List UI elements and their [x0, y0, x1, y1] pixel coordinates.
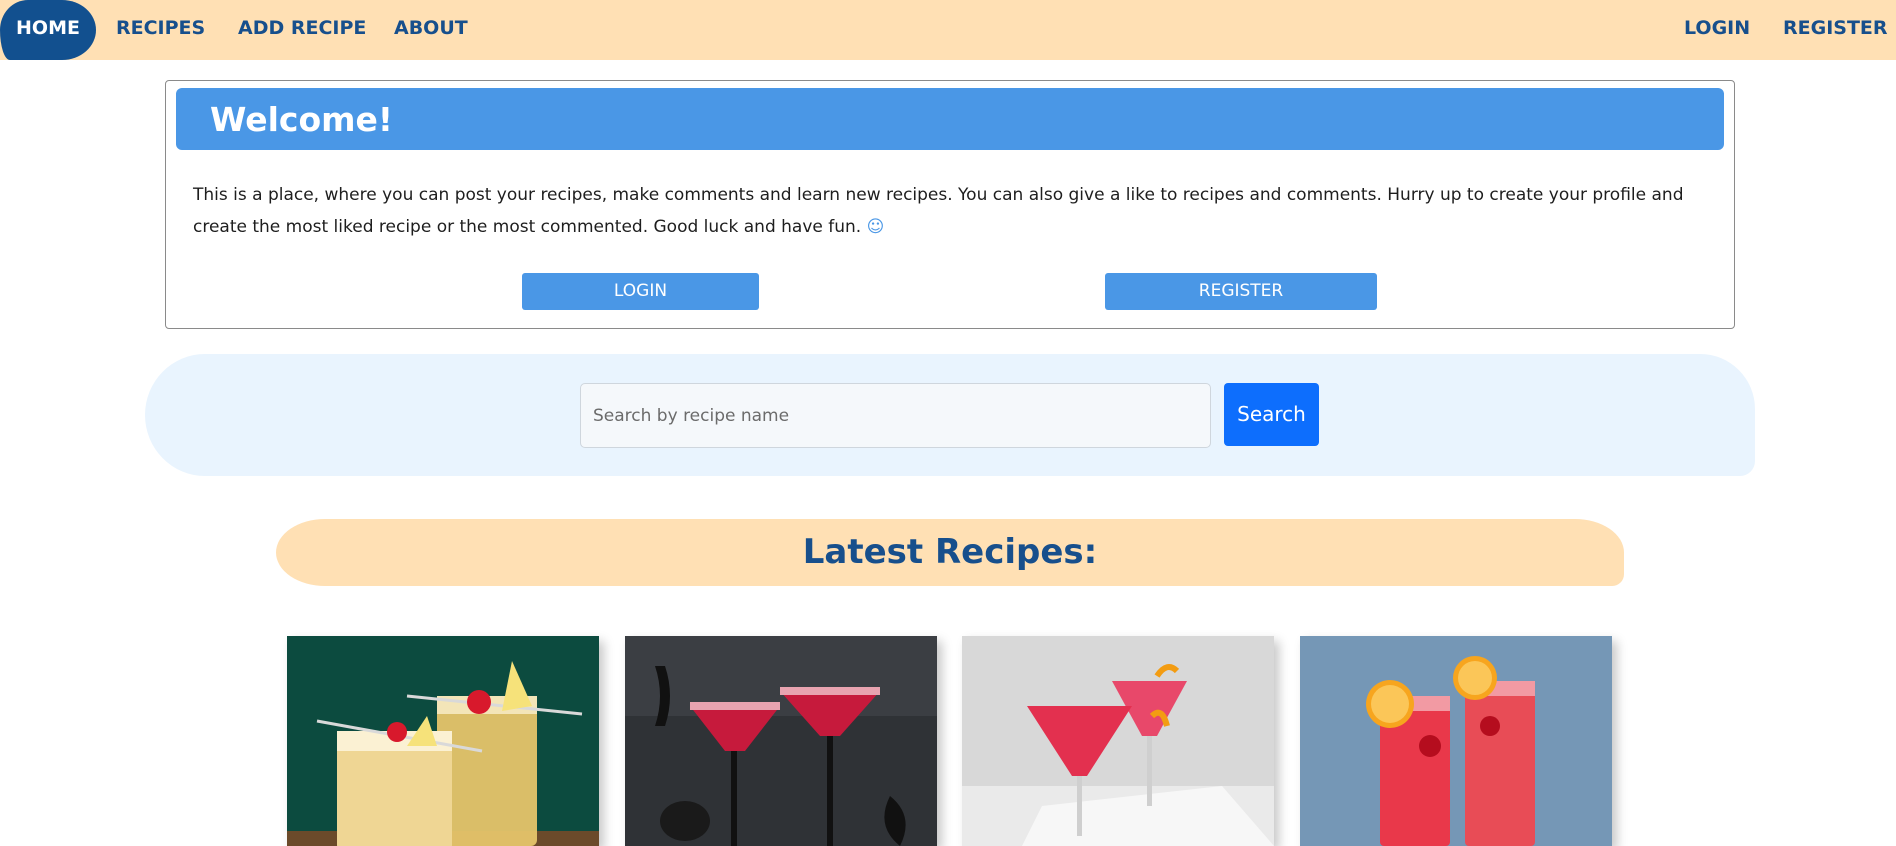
nav-add-recipe-link[interactable]: ADD RECIPE [238, 0, 366, 56]
search-input[interactable] [580, 383, 1211, 448]
nav-login-link[interactable]: LOGIN [1684, 0, 1750, 56]
yellow-cocktail-image [287, 636, 599, 846]
nav-about-link[interactable]: ABOUT [394, 0, 468, 56]
welcome-title: Welcome! [210, 100, 393, 139]
nav-recipes-link[interactable]: RECIPES [116, 0, 205, 56]
welcome-header: Welcome! [176, 88, 1724, 150]
red-margarita-image [625, 636, 937, 846]
welcome-login-button[interactable]: LOGIN [522, 273, 759, 310]
recipe-card-image[interactable] [962, 636, 1274, 846]
nav-register-link[interactable]: REGISTER [1783, 0, 1888, 56]
latest-recipes-banner: Latest Recipes: [276, 519, 1624, 586]
recipe-card-image[interactable] [625, 636, 937, 846]
pink-cosmopolitan-image [962, 636, 1274, 846]
latest-recipes-title: Latest Recipes: [802, 532, 1098, 572]
welcome-text: This is a place, where you can post your… [193, 179, 1713, 243]
welcome-register-button[interactable]: REGISTER [1105, 273, 1377, 310]
nav-home-link[interactable]: HOME [0, 0, 96, 60]
recipe-card-image[interactable] [1300, 636, 1612, 846]
smiley-icon: ☺ [866, 217, 885, 237]
search-button[interactable]: Search [1224, 383, 1319, 446]
red-highball-image [1300, 636, 1612, 846]
recipe-card-image[interactable] [287, 636, 599, 846]
welcome-text-body: This is a place, where you can post your… [193, 185, 1684, 237]
top-navbar: HOME RECIPES ADD RECIPE ABOUT LOGIN REGI… [0, 0, 1896, 60]
welcome-card: Welcome! This is a place, where you can … [165, 80, 1735, 329]
